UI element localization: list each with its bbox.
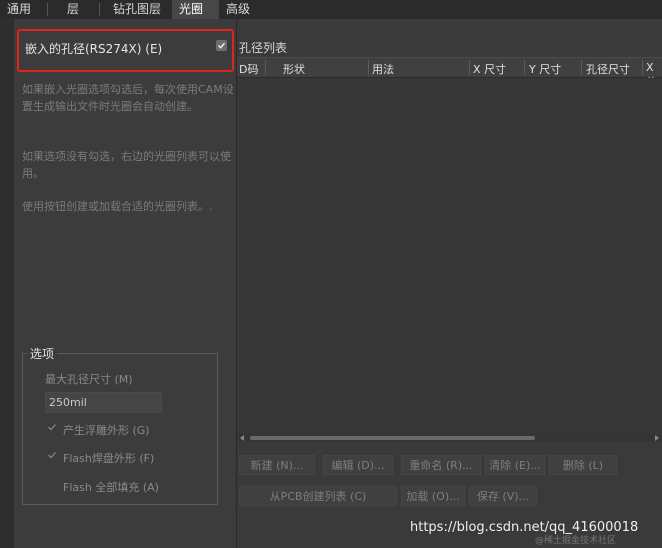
column-shape[interactable]: 形状 [283, 61, 305, 77]
description-embedded: 如果嵌入光圈选项勾选后，每次使用CAM设置生成输出文件时光圈会自动创建。 [22, 83, 234, 113]
aperture-list[interactable] [237, 78, 662, 434]
watermark-community: @稀土掘金技术社区 [535, 536, 617, 546]
column-y-size[interactable]: Y 尺寸 [529, 61, 561, 77]
flash-pad-check-icon[interactable] [47, 450, 57, 460]
column-x-size[interactable]: X 尺寸 [473, 61, 506, 77]
description-buttons: 使用按钮创建或加载合适的光圈列表。. [22, 200, 213, 213]
create-list-from-pcb-button[interactable]: 从PCB创建列表 (C) [239, 486, 397, 506]
tab-apertures[interactable]: 光圈 [172, 0, 219, 19]
tab-general[interactable]: 通用 [0, 0, 48, 19]
tab-drill-layers[interactable]: 钻孔图层 [100, 0, 172, 19]
new-button[interactable]: 新建 (N)... [239, 455, 315, 475]
embed-aperture-option[interactable]: 嵌入的孔径(RS274X) (E) [17, 29, 234, 72]
flash-all-fills-label[interactable]: Flash 全部填充 (A) [63, 479, 159, 495]
scrollbar-thumb[interactable] [250, 436, 535, 440]
delete-button[interactable]: 删除 (L) [549, 455, 617, 475]
relief-check-icon[interactable] [47, 422, 57, 432]
save-button[interactable]: 保存 (V)... [469, 486, 537, 506]
embed-aperture-checkbox[interactable] [216, 40, 227, 51]
generate-relief-label: 产生浮雕外形 (G) [63, 424, 150, 437]
tab-general-label: 通用 [7, 2, 32, 16]
options-group: 选项 最大孔径尺寸 (M) 产生浮雕外形 (G) Flash焊盘外形 (F) F… [22, 345, 218, 505]
tab-apertures-label: 光圈 [179, 2, 204, 16]
max-aperture-size-label: 最大孔径尺寸 (M) [45, 373, 133, 386]
max-aperture-size-input[interactable] [45, 392, 162, 413]
scroll-right-icon[interactable] [655, 435, 659, 441]
flash-pad-shapes-label: Flash焊盘外形 (F) [63, 452, 155, 465]
edit-button[interactable]: 编辑 (D)... [323, 455, 393, 475]
load-button[interactable]: 加载 (O)... [401, 486, 465, 506]
tab-advanced-label: 高级 [226, 2, 251, 16]
embed-aperture-label: 嵌入的孔径(RS274X) (E) [25, 42, 163, 56]
aperture-list-header: D码 形状 用法 X 尺寸 Y 尺寸 孔径尺寸 X偏 [237, 57, 662, 89]
options-title: 选项 [27, 345, 58, 362]
scroll-left-icon[interactable] [240, 435, 244, 441]
rename-button[interactable]: 重命名 (R)... [401, 455, 481, 475]
aperture-list-title: 孔径列表 [239, 41, 288, 55]
horizontal-scrollbar[interactable] [237, 434, 662, 442]
checkmark-icon [217, 42, 226, 49]
tab-advanced[interactable]: 高级 [219, 0, 263, 19]
column-hole-size[interactable]: 孔径尺寸 [586, 61, 630, 77]
tab-layers[interactable]: 层 [48, 0, 100, 19]
tab-layers-label: 层 [67, 2, 80, 16]
column-usage[interactable]: 用法 [372, 61, 394, 77]
window-frame [0, 19, 14, 548]
tab-bar: 通用 层 钻孔图层 光圈 高级 [0, 0, 662, 19]
tab-drill-layers-label: 钻孔图层 [113, 2, 162, 16]
column-dcode[interactable]: D码 [239, 61, 258, 77]
clear-button[interactable]: 清除 (E)... [485, 455, 545, 475]
description-unchecked: 如果选项没有勾选，右边的光圈列表可以使用。 [22, 150, 231, 180]
